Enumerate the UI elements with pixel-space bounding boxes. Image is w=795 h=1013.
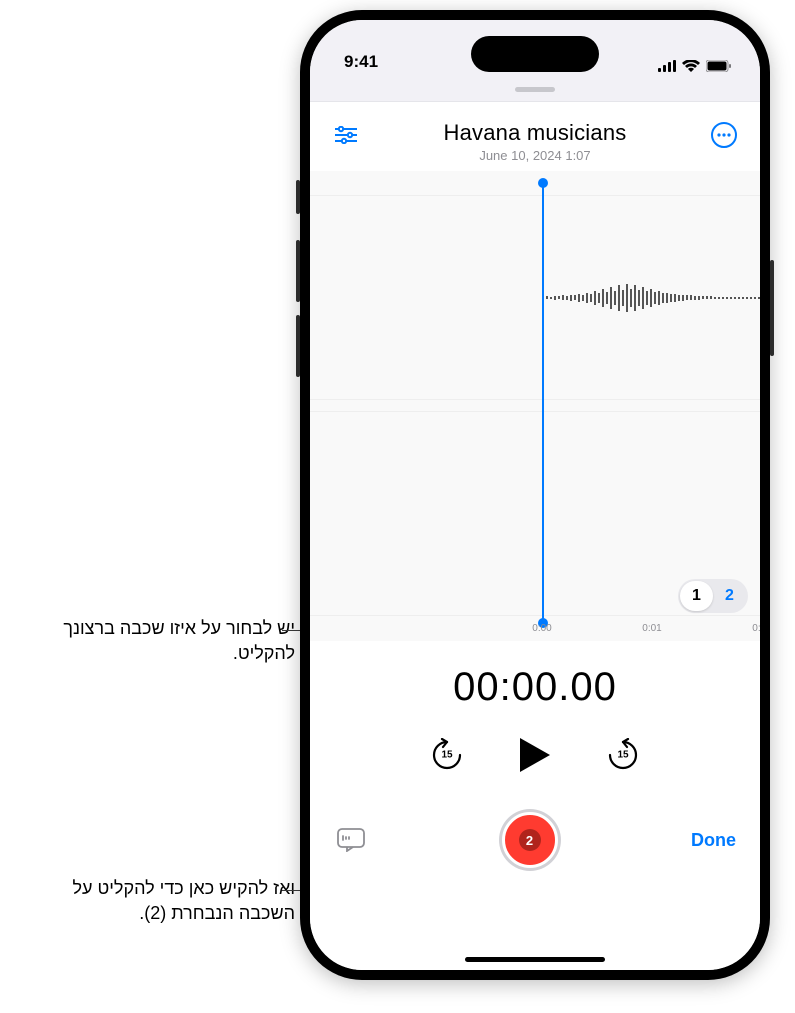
waveform-1	[542, 268, 760, 328]
playback-controls: 15 15	[310, 736, 760, 774]
skip-forward-amount: 15	[617, 750, 628, 761]
ruler-tick: 0:00	[532, 623, 551, 634]
record-layer-badge: 2	[519, 829, 541, 851]
home-indicator[interactable]	[465, 957, 605, 962]
cellular-icon	[658, 60, 676, 72]
status-time: 9:41	[344, 52, 378, 72]
layer-selector[interactable]: 1 2	[678, 579, 748, 613]
status-icons	[658, 60, 732, 72]
done-button[interactable]: Done	[691, 830, 736, 851]
phone-side-button	[296, 315, 300, 377]
waveform-area[interactable]: 1 2 0:00 0:01 0:02	[310, 171, 760, 641]
callout-layer-select: יש לבחור על איזו שכבה ברצונך להקליט.	[35, 616, 295, 666]
layer-option-2[interactable]: 2	[713, 581, 746, 611]
waveform-layer-1	[310, 195, 760, 400]
phone-side-button	[296, 180, 300, 214]
recording-title[interactable]: Havana musicians	[366, 120, 704, 146]
playhead[interactable]	[542, 183, 544, 623]
callout-text: יש לבחור על איזו שכבה ברצונך להקליט.	[63, 618, 295, 663]
phone-side-button	[296, 240, 300, 302]
record-button[interactable]: 2	[502, 812, 558, 868]
time-ruler: 0:00 0:01 0:02	[310, 623, 760, 641]
time-display: 00:00.00	[310, 665, 760, 710]
recording-sheet: Havana musicians June 10, 2024 1:07	[310, 102, 760, 970]
play-button[interactable]	[518, 736, 552, 774]
bottom-bar: 2 Done	[310, 812, 760, 868]
wifi-icon	[682, 60, 700, 72]
skip-back-amount: 15	[441, 750, 452, 761]
layer-option-1[interactable]: 1	[680, 581, 713, 611]
play-icon	[518, 736, 552, 774]
ruler-tick: 0:02	[752, 623, 760, 634]
callout-text: ואז להקיש כאן כדי להקליט על השכבה הנבחרת…	[72, 878, 295, 923]
sheet-grabber	[515, 87, 555, 92]
phone-side-button	[770, 260, 774, 356]
more-button[interactable]	[709, 120, 739, 150]
skip-forward-button[interactable]: 15	[606, 738, 640, 772]
transcript-icon	[337, 828, 365, 852]
dynamic-island	[471, 36, 599, 72]
settings-button[interactable]	[331, 120, 361, 150]
ruler-tick: 0:01	[642, 623, 661, 634]
transcript-button[interactable]	[334, 823, 368, 857]
sliders-icon	[335, 126, 357, 144]
sheet-header: Havana musicians June 10, 2024 1:07	[310, 102, 760, 171]
ellipsis-circle-icon	[711, 122, 737, 148]
recording-subtitle: June 10, 2024 1:07	[366, 148, 704, 163]
phone-screen: 9:41	[310, 20, 760, 970]
phone-frame: 9:41	[300, 10, 770, 980]
sheet-grabber-area[interactable]	[310, 78, 760, 102]
callout-record-tap: ואז להקיש כאן כדי להקליט על השכבה הנבחרת…	[35, 876, 295, 926]
battery-icon	[706, 60, 732, 72]
skip-back-button[interactable]: 15	[430, 738, 464, 772]
